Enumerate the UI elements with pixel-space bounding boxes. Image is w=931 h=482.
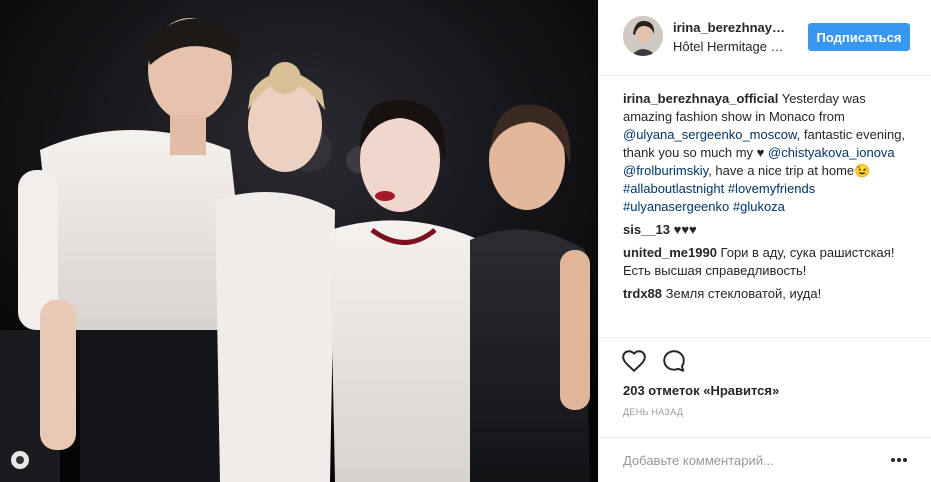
heart-icon[interactable] [621,348,647,374]
likes-count[interactable]: 203 отметок «Нравится» [623,383,779,398]
location-link[interactable]: Hôtel Hermitage Monte-Carlo [673,39,791,54]
post-sidebar: irina_berezhnaya_official Hôtel Hermitag… [598,0,931,482]
comment-username[interactable]: united_me1990 [623,245,717,260]
comment-username[interactable]: sis__13 [623,222,670,237]
avatar[interactable] [623,16,663,56]
comment: irina_berezhnaya_official Yesterday was … [623,90,913,216]
post-actions: 203 отметок «Нравится» ДЕНЬ НАЗАД [599,337,931,437]
post-photo-image [0,0,598,482]
comment-text: ♥♥♥ [670,222,697,237]
mention-link[interactable]: @ulyana_sergeenko_moscow [623,127,797,142]
post-time[interactable]: ДЕНЬ НАЗАД [623,407,683,417]
hashtag-link[interactable]: #glukoza [733,199,785,214]
comment-username[interactable]: trdx88 [623,286,662,301]
comment-text: , have a nice trip at home😉 [708,163,871,178]
comment: sis__13 ♥♥♥ [623,221,913,239]
post-photo[interactable] [0,0,598,482]
comment: united_me1990 Гори в аду, сука рашистска… [623,244,913,280]
mention-link[interactable]: @frolburimskiy [623,163,708,178]
comment-text: Земля стекловатой, иуда! [662,286,822,301]
add-comment-section [599,437,931,482]
hashtag-link[interactable]: #lovemyfriends [728,181,815,196]
more-options-icon[interactable] [889,450,909,470]
comment: trdx88 Земля стекловатой, иуда! [623,285,913,303]
mention-link[interactable]: @chistyakova_ionova [768,145,895,160]
hashtag-link[interactable]: #allaboutlastnight [623,181,724,196]
follow-button[interactable]: Подписаться [808,23,910,51]
comment-username[interactable]: irina_berezhnaya_official [623,91,778,106]
post-header: irina_berezhnaya_official Hôtel Hermitag… [599,0,931,76]
comments-list: irina_berezhnaya_official Yesterday was … [623,90,913,308]
comment-input[interactable] [623,446,873,474]
hashtag-link[interactable]: #ulyanasergeenko [623,199,729,214]
author-name[interactable]: irina_berezhnaya_official [673,20,791,35]
comment-icon[interactable] [661,348,687,374]
